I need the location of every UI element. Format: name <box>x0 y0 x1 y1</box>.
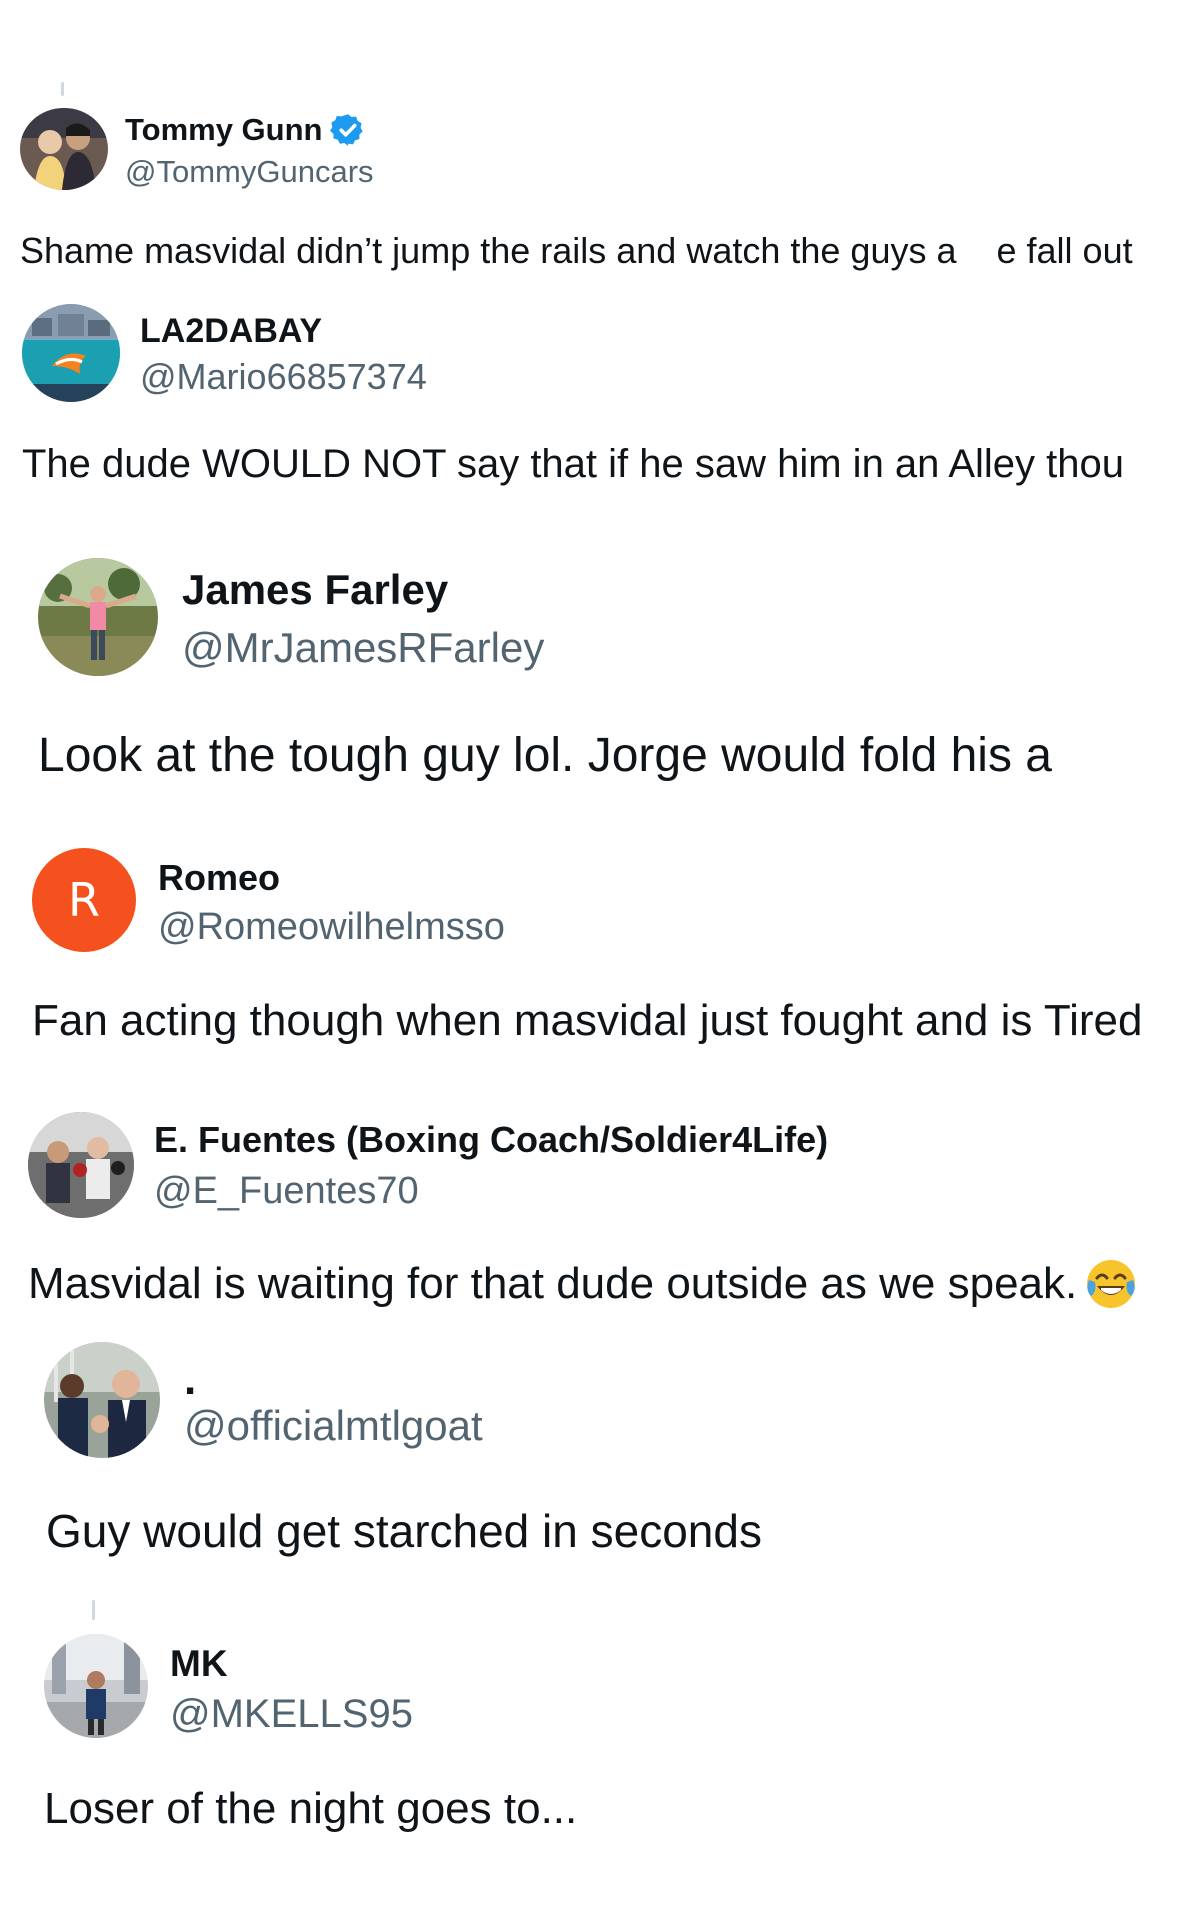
tweet-author-handle[interactable]: @Mario66857374 <box>140 356 427 398</box>
avatar-la2dabay[interactable] <box>22 304 120 402</box>
profile-photo-couple-icon <box>20 108 108 190</box>
avatar-e-fuentes[interactable] <box>28 1112 134 1218</box>
tweet-author-name[interactable]: . <box>184 1355 196 1404</box>
face-with-tears-of-joy-icon <box>1085 1258 1137 1310</box>
tweet-text: Shame masvidal didn’t jump the rails and… <box>20 230 1133 271</box>
tweet-text: Fan acting though when masvidal just fou… <box>32 996 1143 1045</box>
tweet-author-name[interactable]: LA2DABAY <box>140 310 322 352</box>
tweet-author-handle[interactable]: @TommyGuncars <box>125 154 374 190</box>
tweet-author-handle[interactable]: @officialmtlgoat <box>184 1402 483 1450</box>
thread-connector <box>92 1600 95 1620</box>
verified-badge-icon <box>330 112 366 148</box>
profile-photo-men-in-suits-icon <box>44 1342 160 1458</box>
tweet-text-content: Masvidal is waiting for that dude outsid… <box>28 1259 1078 1308</box>
tweet-text: Loser of the night goes to... <box>44 1784 578 1833</box>
tweet-author-name[interactable]: MK <box>170 1642 228 1686</box>
tweet-text: Look at the tough guy lol. Jorge would f… <box>38 729 1052 782</box>
tweet-author-handle[interactable]: @MrJamesRFarley <box>182 624 544 672</box>
tweet-author-handle[interactable]: @Romeowilhelmsso <box>158 906 505 949</box>
tweet-author-name[interactable]: E. Fuentes (Boxing Coach/Soldier4Life) <box>154 1118 828 1162</box>
tweet-text: Masvidal is waiting for that dude outsid… <box>28 1258 1137 1310</box>
avatar-james-farley[interactable] <box>38 558 158 676</box>
tweet-author-name[interactable]: Romeo <box>158 856 280 900</box>
tweet-author-handle[interactable]: @MKELLS95 <box>170 1692 413 1737</box>
thread-connector <box>61 82 64 96</box>
avatar-officialmtlgoat[interactable] <box>44 1342 160 1458</box>
profile-photo-street-icon <box>44 1634 148 1738</box>
tweet-text: Guy would get starched in seconds <box>46 1505 762 1557</box>
avatar-mk[interactable] <box>44 1634 148 1738</box>
tweet-author-name[interactable]: James Farley <box>182 564 448 616</box>
tweet-text: The dude WOULD NOT say that if he saw hi… <box>22 442 1124 486</box>
avatar-tommy-gunn[interactable] <box>20 108 108 190</box>
tweet-author-name[interactable]: Tommy Gunn <box>125 110 366 150</box>
avatar-romeo[interactable]: R <box>32 848 136 952</box>
profile-photo-man-outdoors-icon <box>38 558 158 676</box>
profile-photo-boxing-gym-icon <box>28 1112 134 1218</box>
profile-photo-dolphins-flag-icon <box>22 304 120 402</box>
tweet-author-handle[interactable]: @E_Fuentes70 <box>154 1170 419 1213</box>
